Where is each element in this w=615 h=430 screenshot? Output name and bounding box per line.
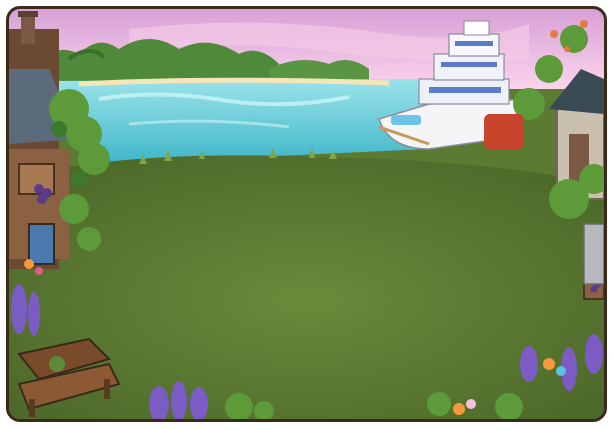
farm-scene bbox=[9, 9, 604, 419]
game-scene-frame bbox=[6, 6, 607, 422]
